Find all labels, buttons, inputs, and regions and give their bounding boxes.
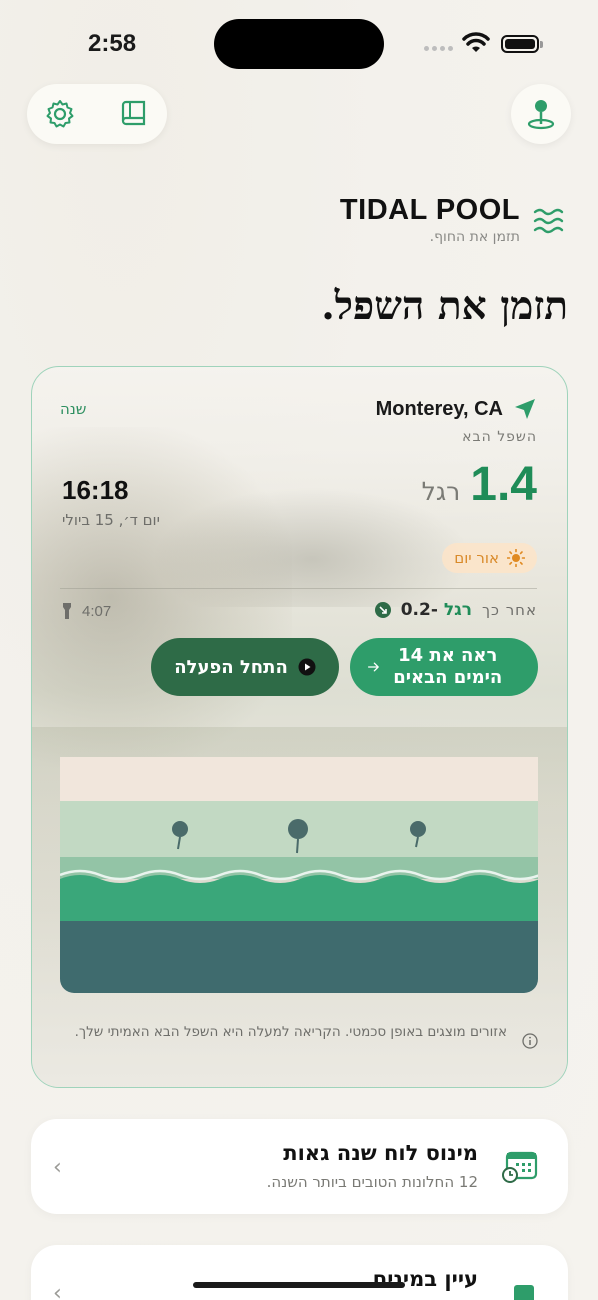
after-value: -0.2 [400,600,438,620]
brand: TIDAL POOL תזמן את החוף. [340,194,520,245]
gear-icon [46,100,74,128]
guide-button[interactable] [117,96,153,132]
next-14-days-label: ראה את 14 הימים הבאים [393,645,503,688]
after-time-group: 4:07 [62,602,111,620]
after-label: אחר כך [481,601,537,619]
after-time: 4:07 [82,602,112,620]
location-button[interactable] [511,84,571,144]
arrow-right-icon [368,662,379,672]
status-bar: 2:58 [0,0,598,90]
top-actions-pill [27,84,167,144]
battery-icon [501,35,543,53]
low-time: 16:18 [62,475,129,505]
play-circle-icon [298,658,316,676]
location-name: Monterey, CA [375,397,503,420]
low-height: רגל 1.4 [422,457,537,512]
location-arrow-icon [515,399,535,419]
chevron-left-icon: ‹ [53,1281,62,1300]
daylight-badge: אור יום [442,543,537,573]
wifi-icon [462,32,490,52]
year-link[interactable]: שנה [60,400,86,418]
low-date: יום ד׳, 15 ביולי [62,511,160,529]
start-session-button[interactable]: התחל הפעלה [151,638,339,696]
chevron-left-icon: ‹ [53,1155,62,1180]
status-time: 2:58 [88,30,137,57]
map-pin-icon [527,100,555,130]
next-low-label: השפל הבא [462,429,537,445]
brand-subtitle: תזמן את החוף. [429,229,520,245]
cellular-signal-icon [424,46,453,51]
browse-species-row[interactable]: עיין במינים ‹ [31,1245,568,1300]
dynamic-island [214,19,384,69]
zones-note: אזורים מוצגים באופן סכמטי. הקריאה למעלה … [74,1024,507,1040]
next-low-card: שנה Monterey, CA השפל הבא רגל 1.4 16:18 … [31,366,568,1088]
next-14-days-button[interactable]: ראה את 14 הימים הבאים [350,638,538,696]
start-session-label: התחל הפעלה [174,656,288,678]
minus-tide-calendar-row[interactable]: מינוס לוח שנה גאות 12 החלונות הטובים ביו… [31,1119,568,1214]
species-book-icon [514,1285,534,1300]
page-headline: תזמן את השפל. [321,283,568,329]
brand-title: TIDAL POOL [339,194,520,226]
after-unit: רגל [443,600,472,620]
flashlight-icon [63,603,71,619]
down-arrow-circle-icon [374,602,391,618]
waves-icon [533,208,564,234]
settings-button[interactable] [42,96,78,132]
list-item-title: מינוס לוח שנה גאות [283,1141,478,1165]
book-icon [121,100,146,126]
sun-icon [507,549,525,567]
daylight-label: אור יום [454,549,499,567]
location-row[interactable]: Monterey, CA [376,397,537,421]
following-low-row: אחר כך רגל -0.2 [374,600,537,620]
calendar-clock-icon [502,1151,538,1183]
height-unit: רגל [421,477,461,506]
home-indicator [193,1282,405,1288]
list-item-subtitle: 12 החלונות הטובים ביותר השנה. [266,1173,478,1191]
height-value: 1.4 [470,458,537,511]
divider [60,588,537,589]
after-value-group: רגל -0.2 [401,600,472,620]
info-icon[interactable] [522,1033,538,1049]
tide-zones-diagram [60,757,538,993]
